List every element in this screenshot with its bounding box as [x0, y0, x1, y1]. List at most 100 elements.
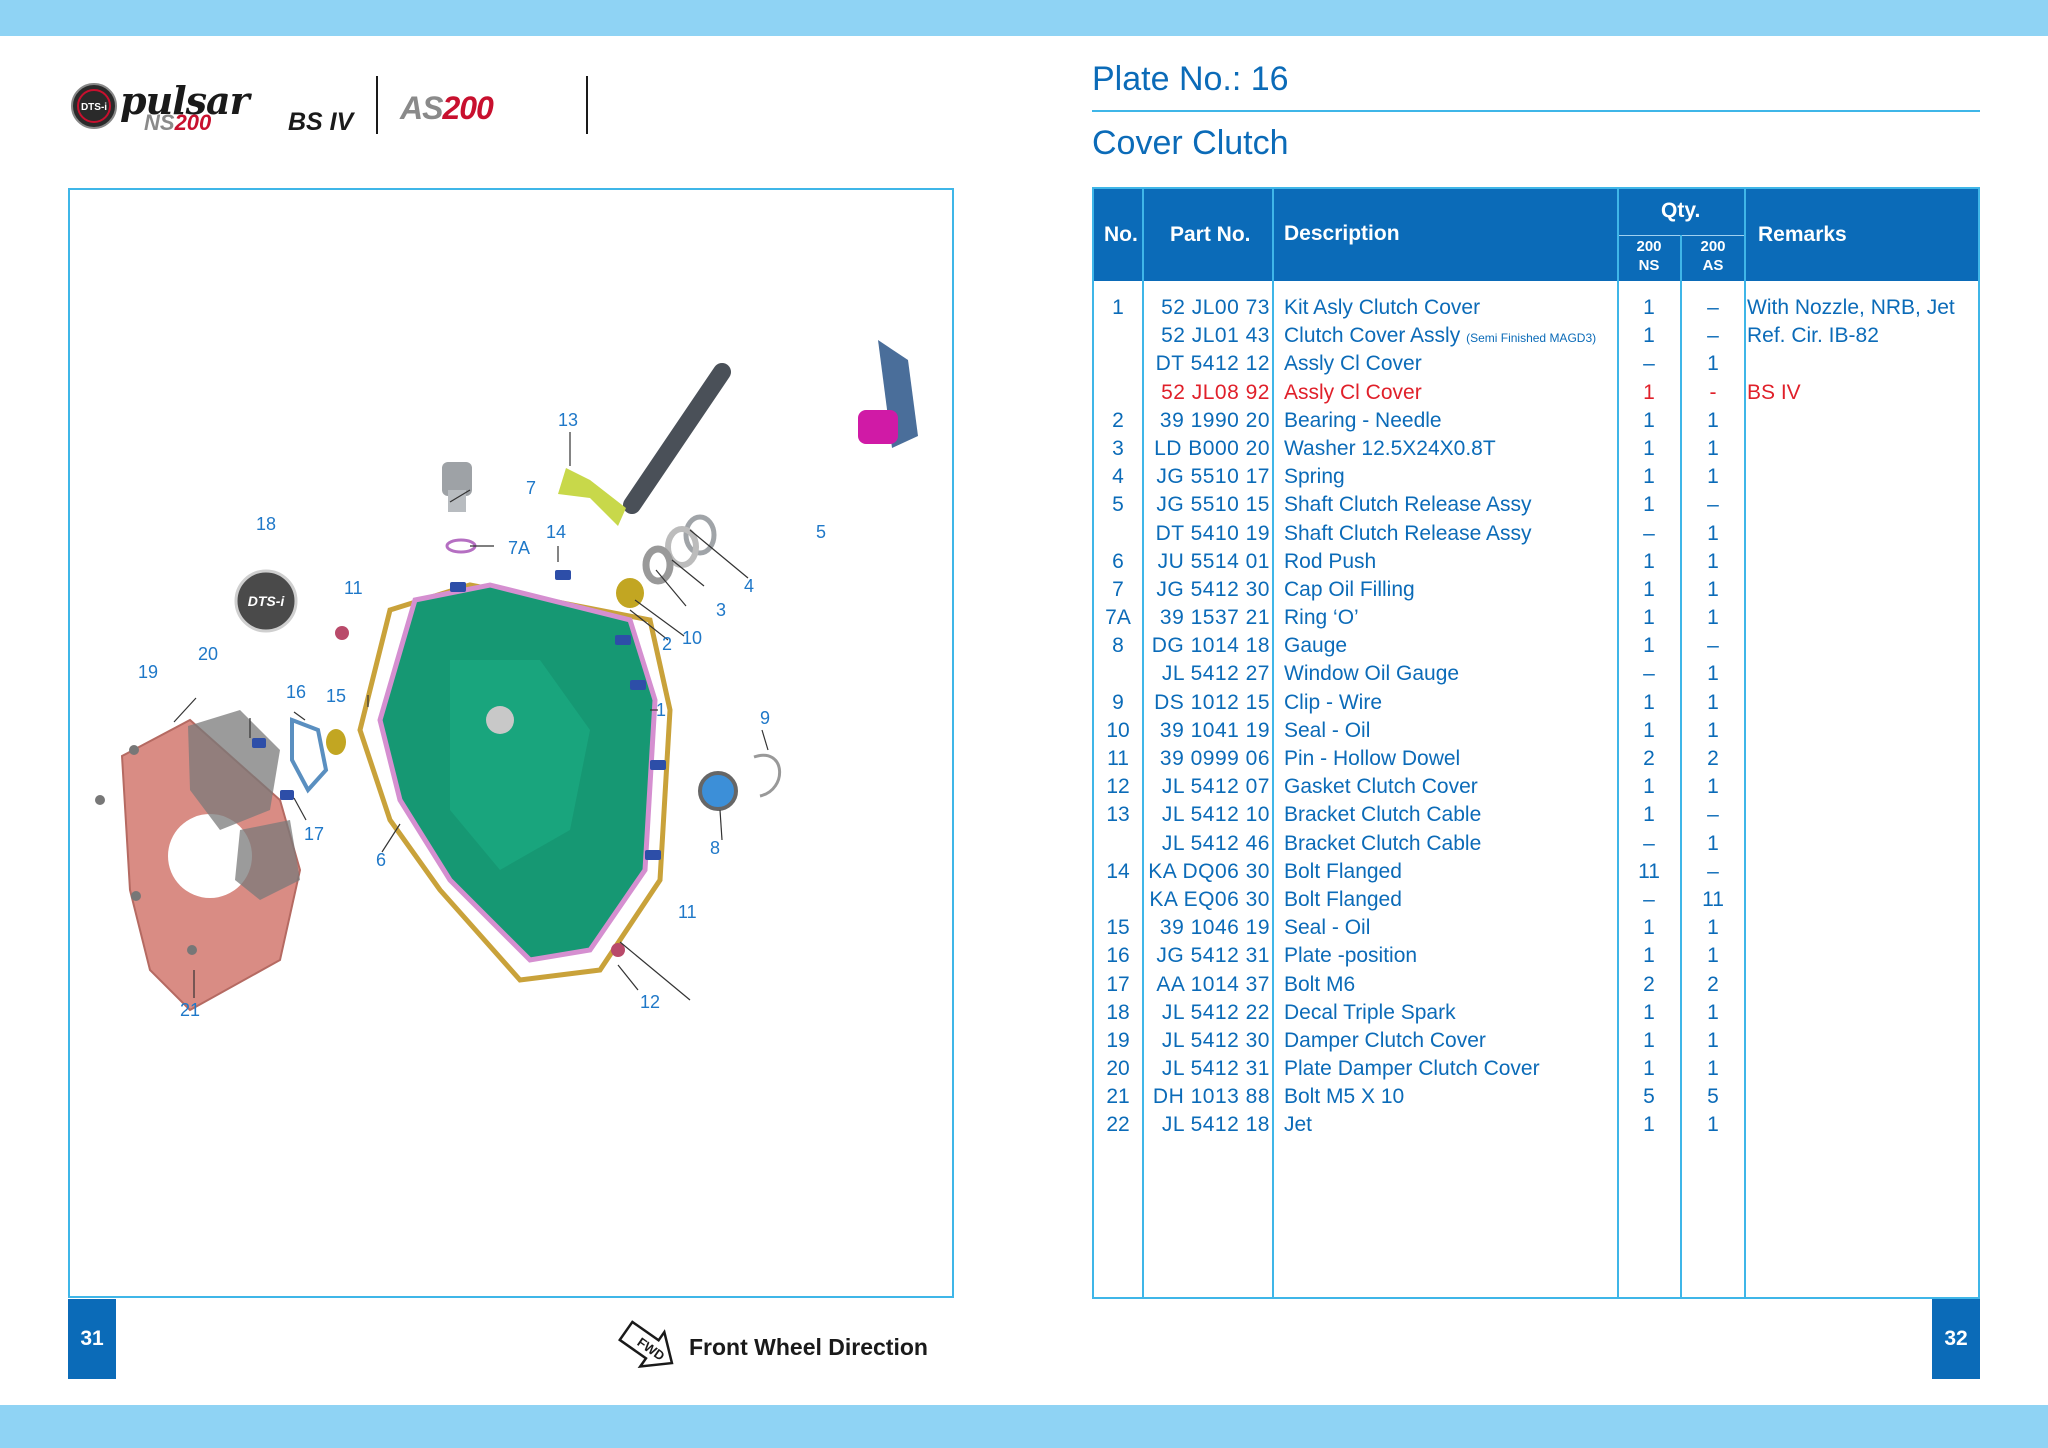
cell-no: 13	[1106, 803, 1130, 827]
table-row: KA EQ06 30 Bolt Flanged – 11	[1094, 886, 1978, 914]
cell-description: Shaft Clutch Release Assy	[1284, 521, 1532, 545]
badge-text: DTS-i	[81, 102, 107, 113]
cell-qty-as: 1	[1707, 549, 1719, 573]
cell-qty-as: 11	[1702, 887, 1724, 911]
plate-position	[290, 717, 346, 794]
wire-clip	[753, 753, 782, 798]
cell-description: Kit Asly Clutch Cover	[1284, 296, 1481, 319]
cell-no: 14	[1106, 859, 1130, 883]
table-row: 52 JL08 92 Assly Cl Cover 1 - BS IV	[1094, 379, 1978, 407]
cell-qty-ns: –	[1643, 887, 1655, 911]
cell-part-no: 39 1537 21	[1159, 606, 1270, 630]
table-row: 16 JG 5412 31 Plate -position 1 1	[1094, 942, 1978, 970]
clutch-cable-bracket	[558, 468, 626, 526]
cell-qty-ns: 11	[1638, 859, 1660, 883]
model-ns-logo: NS200	[144, 110, 212, 135]
cell-qty-as: –	[1707, 493, 1719, 517]
parts-table: No. Part No. Description Qty. 200 NS 200…	[1092, 187, 1980, 1299]
cell-qty-ns: 1	[1643, 577, 1655, 601]
cell-part-no: 52 JL01 43	[1161, 324, 1270, 348]
cell-part-no: 39 1990 20	[1159, 408, 1270, 432]
cell-qty-ns: 1	[1643, 803, 1655, 827]
cell-part-no: DT 5412 12	[1155, 352, 1270, 376]
fwd-arrow-icon: FWD	[618, 1320, 674, 1369]
cell-qty-as: 1	[1707, 1057, 1719, 1081]
cell-qty-as: 1	[1707, 436, 1719, 460]
callout-13: 13	[558, 410, 578, 430]
cell-qty-as: –	[1707, 634, 1719, 658]
table-row: 15 39 1046 19 Seal - Oil 1 1	[1094, 914, 1978, 942]
table-row: 52 JL01 43 Clutch Cover Assly (Semi Finis…	[1094, 322, 1978, 350]
table-row: 19 JL 5412 30 Damper Clutch Cover 1 1	[1094, 1027, 1978, 1055]
cell-qty-as: 1	[1707, 408, 1719, 432]
cell-qty-as: 1	[1707, 521, 1719, 545]
cell-description: Ring ‘O’	[1284, 606, 1359, 630]
cell-part-no: JL 5412 18	[1161, 1113, 1270, 1137]
brand-header: DTS-i pulsar NS200 BS IV AS200	[70, 72, 600, 138]
table-row: 21 DH 1013 88 Bolt M5 X 10 5 5	[1094, 1083, 1978, 1111]
table-row: 8 DG 1014 18 Gauge 1 –	[1094, 632, 1978, 660]
table-row: 2 39 1990 20 Bearing - Needle 1 1	[1094, 407, 1978, 435]
cell-qty-as: 1	[1707, 662, 1719, 686]
table-row: 5 JG 5510 15 Shaft Clutch Release Assy 1 –	[1094, 491, 1978, 519]
table-row: 12 JL 5412 07 Gasket Clutch Cover 1 1	[1094, 773, 1978, 801]
cell-no: 15	[1106, 916, 1130, 940]
cell-qty-ns: 2	[1643, 747, 1655, 770]
cell-no: 21	[1106, 1085, 1130, 1109]
cell-description: Seal - Oil	[1284, 916, 1371, 940]
cell-description: Pin - Hollow Dowel	[1284, 747, 1461, 770]
cell-no: 11	[1107, 747, 1129, 770]
dts-i-badge-icon: DTS-i	[71, 83, 117, 129]
cell-part-no: JU 5514 01	[1157, 549, 1270, 573]
cell-qty-ns: 5	[1643, 1085, 1655, 1109]
cell-description: Shaft Clutch Release Assy	[1284, 493, 1532, 517]
cell-description: Rod Push	[1284, 549, 1377, 573]
callout-1: 1	[656, 700, 666, 720]
callout-7a: 7A	[508, 538, 530, 558]
table-row: DT 5412 12 Assly Cl Cover – 1	[1094, 350, 1978, 378]
cell-no: 4	[1112, 465, 1124, 489]
callout-20: 20	[198, 644, 218, 664]
model-as-logo: AS200	[400, 90, 494, 126]
cell-part-no: DT 5410 19	[1155, 521, 1270, 545]
cell-part-no: JL 5412 30	[1161, 1028, 1270, 1052]
emission-label: BS IV	[288, 108, 354, 136]
callout-5: 5	[816, 522, 826, 542]
cell-part-no: 39 1046 19	[1159, 916, 1270, 940]
cell-description: Spring	[1284, 465, 1345, 489]
header-qty: Qty.	[1661, 199, 1701, 222]
cell-description: Washer 12.5X24X0.8T	[1284, 436, 1496, 460]
table-row: JL 5412 46 Bracket Clutch Cable – 1	[1094, 830, 1978, 858]
cell-part-no: 52 JL08 92	[1161, 380, 1270, 404]
decal-text: DTS-i	[248, 593, 286, 609]
cell-qty-as: -	[1709, 380, 1717, 404]
table-row: 4 JG 5510 17 Spring 1 1	[1094, 463, 1978, 491]
table-row: 3 LD B000 20 Washer 12.5X24X0.8T 1 1	[1094, 435, 1978, 463]
cell-qty-ns: 1	[1643, 1057, 1655, 1081]
cell-description: Clip - Wire	[1284, 690, 1382, 714]
callout-15: 15	[326, 686, 346, 706]
cell-qty-ns: –	[1643, 831, 1655, 855]
cell-description: Window Oil Gauge	[1284, 662, 1460, 686]
cell-qty-as: 1	[1707, 775, 1719, 799]
cell-no: 18	[1106, 1000, 1130, 1024]
qty-divider	[1619, 235, 1745, 236]
cell-qty-ns: 1	[1643, 944, 1655, 968]
cell-qty-ns: 1	[1643, 296, 1655, 319]
oil-filling-cap	[442, 462, 477, 554]
callout-14: 14	[546, 522, 566, 542]
callout-21: 21	[180, 1000, 200, 1020]
table-row: 10 39 1041 19 Seal - Oil 1 1	[1094, 717, 1978, 745]
cell-description: Jet	[1284, 1113, 1313, 1137]
cell-part-no: 39 1041 19	[1159, 718, 1270, 742]
cell-qty-ns: 1	[1643, 916, 1655, 940]
cell-description: Bearing - Needle	[1284, 408, 1442, 432]
cell-no: 9	[1112, 690, 1124, 714]
cell-part-no: DH 1013 88	[1152, 1085, 1270, 1109]
cell-part-no: DG 1014 18	[1151, 634, 1270, 658]
cell-description: Plate Damper Clutch Cover	[1284, 1057, 1540, 1081]
cell-qty-ns: 1	[1643, 1028, 1655, 1052]
cell-qty-as: 2	[1707, 972, 1719, 996]
table-row: 6 JU 5514 01 Rod Push 1 1	[1094, 548, 1978, 576]
cell-description: Bolt Flanged	[1284, 887, 1402, 911]
